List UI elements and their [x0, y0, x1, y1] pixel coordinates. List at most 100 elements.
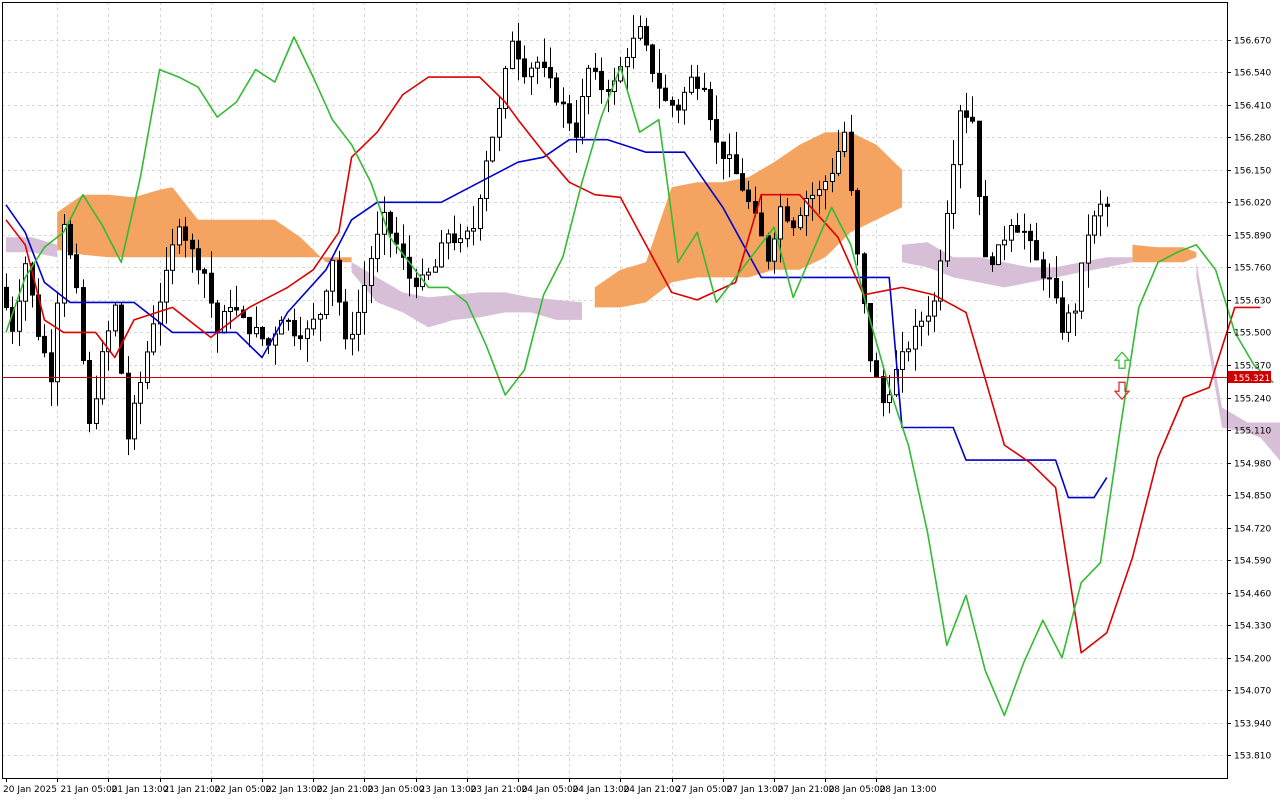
x-tick-label: 27 Jan 05:00	[676, 785, 733, 795]
x-tick-label: 22 Jan 21:00	[317, 785, 374, 795]
candle-body-down	[734, 154, 739, 175]
candle-body-down	[702, 87, 707, 91]
candle-body-down	[650, 44, 655, 74]
cloud-bearish	[351, 262, 582, 328]
candle-body-up	[529, 67, 534, 78]
candle-body-down	[183, 226, 188, 241]
candle-body-down	[202, 269, 207, 274]
candle-body-down	[874, 360, 879, 378]
candle-body-up	[471, 228, 476, 232]
y-tick-label: 156.410	[1234, 102, 1271, 112]
candle-body-down	[766, 235, 771, 262]
candle-body-up	[164, 269, 169, 303]
candle-body-down	[394, 232, 399, 245]
candle-body-down	[190, 239, 195, 250]
candle-body-up	[919, 320, 924, 327]
candle-body-up	[906, 348, 911, 353]
y-tick-label: 154.980	[1234, 460, 1271, 470]
candle-body-down	[676, 104, 681, 111]
candle-body-down	[970, 116, 975, 122]
candle-body-up	[330, 259, 335, 292]
candle-body-down	[849, 131, 854, 192]
candle-body-down	[663, 87, 668, 101]
candle-body-down	[855, 190, 860, 255]
candle-body-down	[414, 277, 419, 288]
candle-body-down	[785, 206, 790, 222]
candle-body-down	[522, 58, 527, 78]
candle-body-up	[682, 91, 687, 111]
y-tick-label: 155.500	[1234, 329, 1271, 339]
candle-body-up	[458, 238, 463, 244]
candle-body-down	[644, 26, 649, 46]
candle-body-up	[170, 244, 175, 271]
x-tick-label: 22 Jan 05:00	[215, 785, 272, 795]
candle-body-down	[964, 110, 969, 118]
candle-body-up	[94, 398, 99, 424]
x-tick-label: 21 Jan 13:00	[112, 785, 169, 795]
candle-body-up	[132, 402, 137, 440]
candle-body-up	[1073, 310, 1078, 314]
candle-body-down	[260, 326, 265, 340]
candle-body-up	[311, 318, 316, 330]
candle-body-up	[151, 323, 156, 353]
y-tick-label: 154.330	[1234, 622, 1271, 632]
candle-body-down	[516, 40, 521, 60]
candle-body-down	[215, 302, 220, 334]
candle-body-down	[196, 248, 201, 271]
candle-body-up	[177, 226, 182, 246]
candle-body-down	[548, 67, 553, 79]
candle-body-down	[42, 335, 47, 354]
candle-body-up	[913, 325, 918, 350]
candle-body-down	[1047, 277, 1052, 280]
ichimoku-chart[interactable]: 156.670 156.540 156.410 156.280 156.150 156.0…	[0, 0, 1280, 800]
candle-body-up	[798, 215, 803, 229]
y-tick-label: 153.810	[1234, 752, 1271, 762]
candle-body-up	[772, 238, 777, 262]
candle-body-down	[81, 287, 86, 362]
candle-body-up	[1098, 203, 1103, 217]
candle-body-down	[68, 223, 73, 256]
candle-body-up	[996, 244, 1001, 266]
y-tick-label: 154.200	[1234, 655, 1271, 665]
x-tick-label: 23 Jan 05:00	[368, 785, 425, 795]
candle-body-up	[100, 351, 105, 400]
candle-body-up	[426, 271, 431, 276]
candle-body-up	[830, 172, 835, 183]
x-tick-label: 22 Jan 13:00	[266, 785, 323, 795]
candle-body-down	[298, 335, 303, 340]
y-tick-label: 153.940	[1234, 720, 1271, 730]
chart-canvas[interactable]: 156.670 156.540 156.410 156.280 156.150 156.0…	[0, 0, 1280, 800]
candle-body-down	[657, 72, 662, 89]
candle-body-up	[817, 189, 822, 196]
y-tick-label: 155.890	[1234, 232, 1271, 242]
candle-body-down	[1015, 225, 1020, 233]
candle-body-up	[375, 233, 380, 260]
candle-body-down	[574, 122, 579, 138]
candle-body-up	[254, 326, 259, 335]
candle-body-up	[945, 212, 950, 262]
overlay-layer	[2, 351, 1227, 401]
candle-body-up	[887, 394, 892, 404]
candle-body-up	[900, 351, 905, 370]
candle-body-up	[222, 310, 227, 334]
y-tick-label: 156.670	[1234, 37, 1271, 47]
y-tick-label: 155.760	[1234, 264, 1271, 274]
candle-body-down	[567, 103, 572, 124]
candle-body-down	[234, 307, 239, 311]
candle-body-up	[926, 315, 931, 322]
x-tick-label: 27 Jan 13:00	[727, 785, 784, 795]
candle-body-up	[490, 136, 495, 162]
y-tick-label: 154.070	[1234, 687, 1271, 697]
x-tick-label: 24 Jan 21:00	[624, 785, 681, 795]
candle-body-up	[625, 56, 630, 68]
candle-body-up	[1002, 239, 1007, 246]
plot-frame	[2, 2, 1228, 779]
candle-body-down	[87, 360, 92, 424]
y-tick-label: 155.630	[1234, 297, 1271, 307]
candle-body-up	[810, 194, 815, 200]
x-tick-label: 20 Jan 2025	[3, 785, 57, 795]
y-tick-label: 156.150	[1234, 167, 1271, 177]
candle-body-down	[708, 89, 713, 121]
candle-body-down	[209, 272, 214, 304]
candle-body-down	[561, 101, 566, 105]
